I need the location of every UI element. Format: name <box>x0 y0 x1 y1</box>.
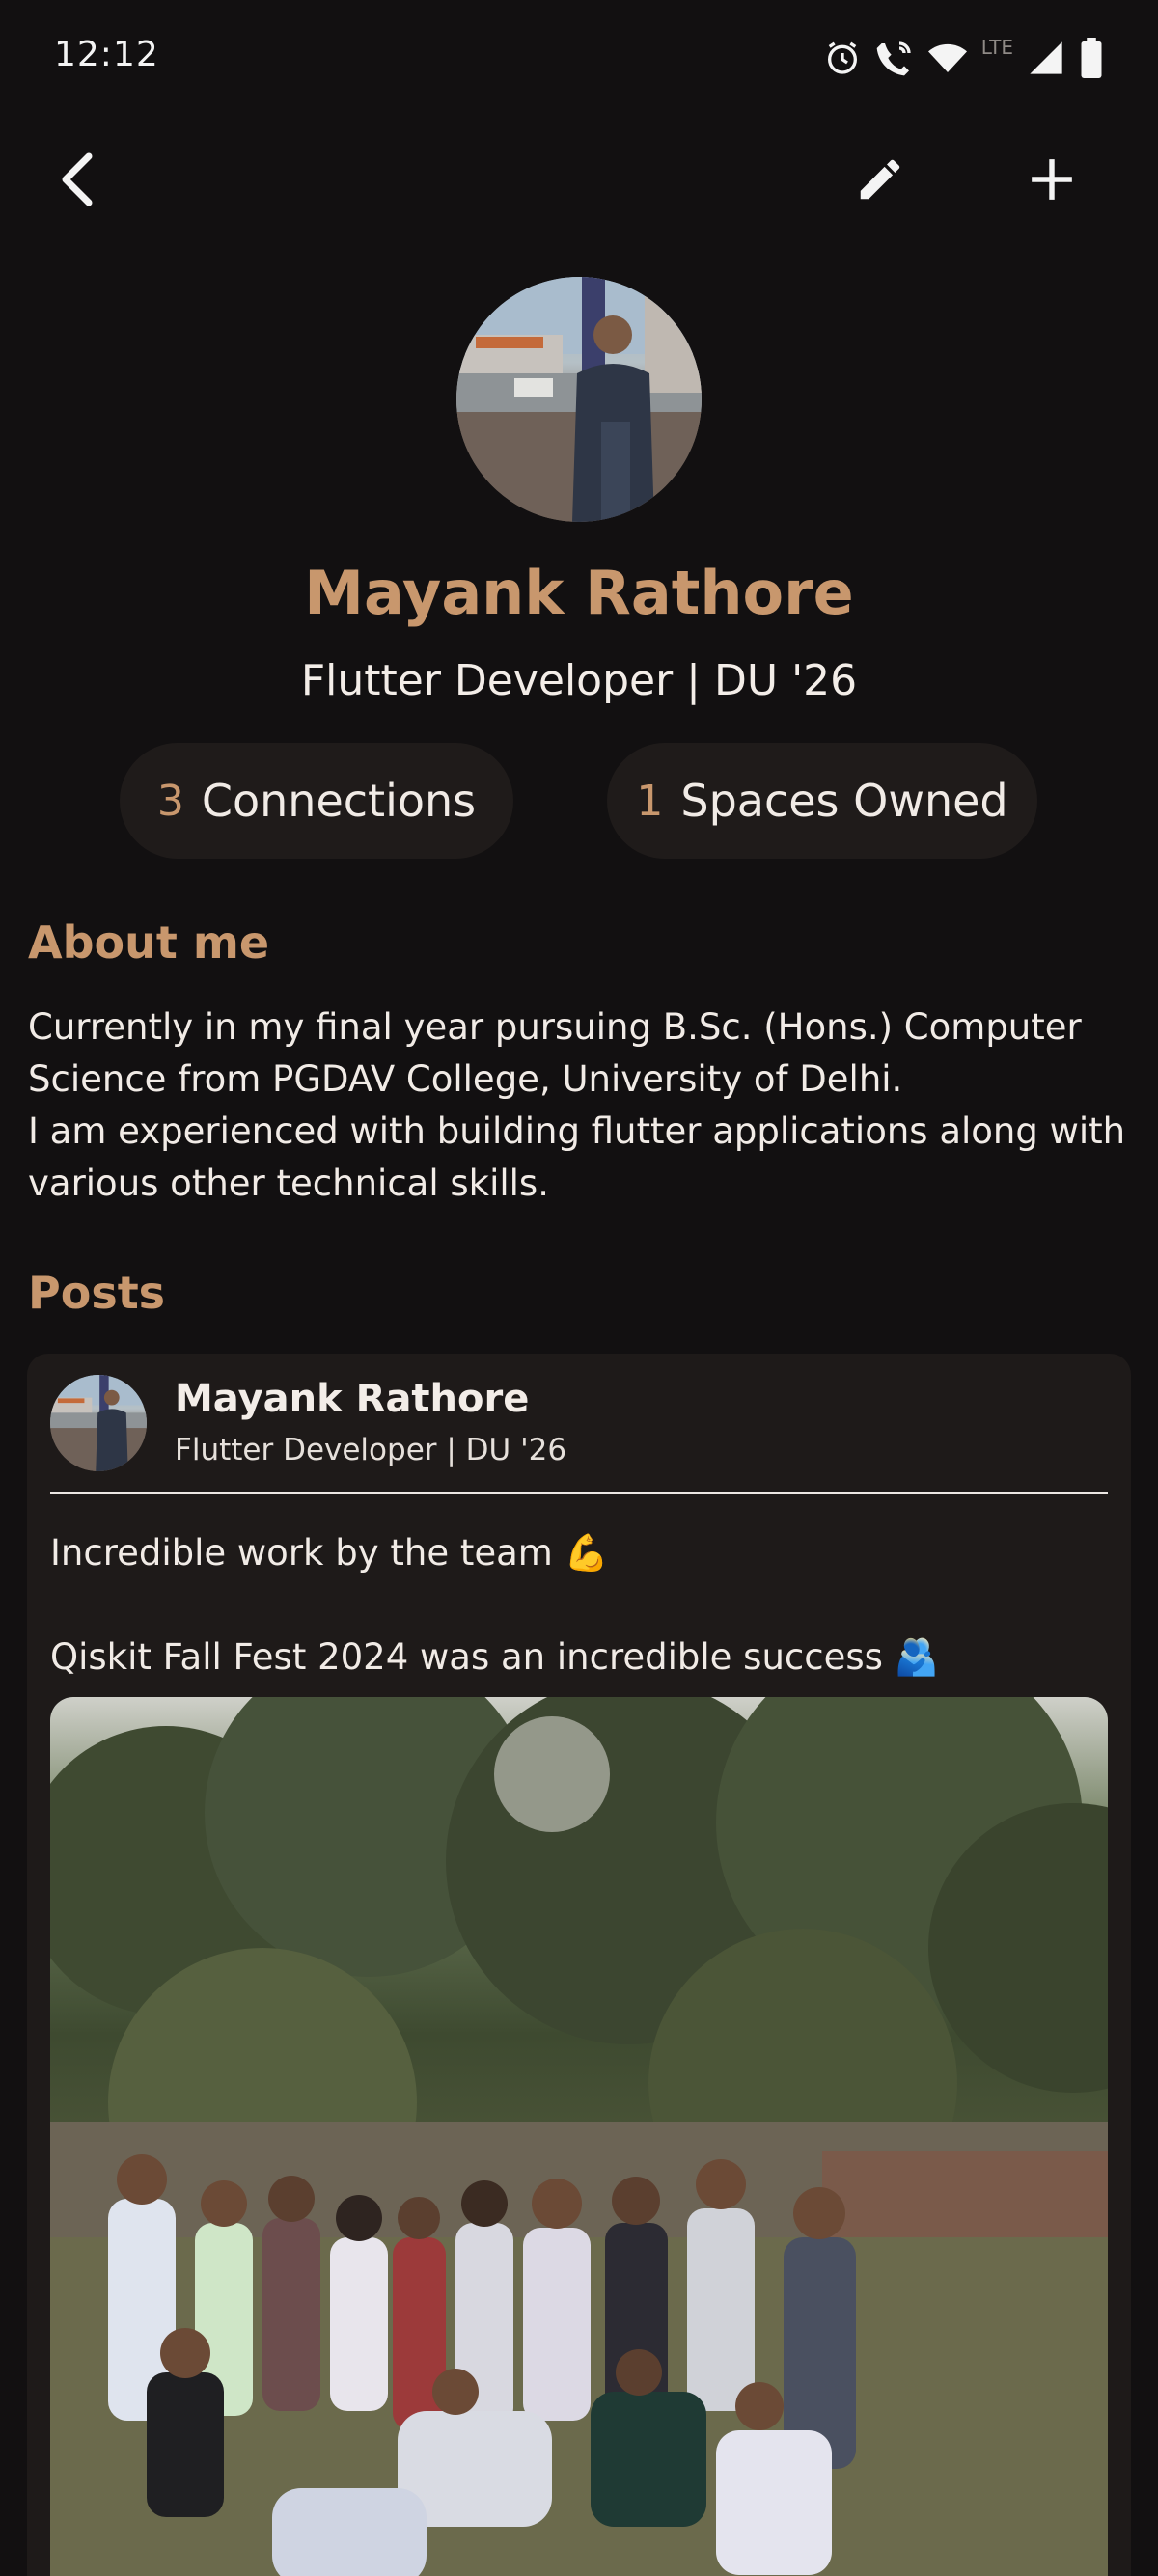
post-author-name[interactable]: Mayank Rathore <box>175 1377 529 1421</box>
status-bar: 12:12 LTE <box>0 0 1158 116</box>
profile-avatar[interactable] <box>456 277 702 522</box>
back-chevron-icon <box>54 151 100 212</box>
profile-headline: Flutter Developer | DU '26 <box>300 656 858 705</box>
post-author-headline: Flutter Developer | DU '26 <box>175 1433 567 1467</box>
post-card[interactable]: Mayank Rathore Flutter Developer | DU '2… <box>27 1354 1131 2576</box>
battery-icon <box>1079 38 1104 78</box>
back-button[interactable] <box>31 135 124 228</box>
status-time: 12:12 <box>54 35 159 74</box>
status-icons: LTE <box>823 33 1104 83</box>
profile-name: Mayank Rathore <box>304 558 854 628</box>
network-type-label: LTE <box>980 36 1013 59</box>
connections-chip[interactable]: 3 Connections <box>120 743 513 859</box>
post-author-avatar[interactable] <box>50 1375 147 1471</box>
spaces-label: Spaces Owned <box>680 775 1008 827</box>
about-text: Currently in my final year pursuing B.Sc… <box>28 1006 1126 1204</box>
add-post-button[interactable] <box>1006 135 1098 228</box>
post-body-text: Incredible work by the team 💪 Qiskit Fal… <box>50 1532 939 1678</box>
wifi-calling-icon <box>875 39 914 77</box>
add-plus-icon <box>1028 155 1076 207</box>
wifi-icon <box>927 39 968 77</box>
edit-pencil-icon <box>854 153 906 209</box>
spaces-count: 1 <box>636 776 664 826</box>
alarm-icon <box>823 39 862 77</box>
top-app-bar <box>0 135 1158 232</box>
about-heading: About me <box>28 917 270 969</box>
post-image[interactable] <box>50 1697 1108 2576</box>
signal-icon <box>1027 39 1065 77</box>
posts-heading: Posts <box>28 1267 166 1319</box>
connections-label: Connections <box>201 775 477 827</box>
edit-profile-button[interactable] <box>834 135 926 228</box>
spaces-owned-chip[interactable]: 1 Spaces Owned <box>607 743 1037 859</box>
post-divider <box>50 1492 1108 1494</box>
connections-count: 3 <box>156 776 184 826</box>
